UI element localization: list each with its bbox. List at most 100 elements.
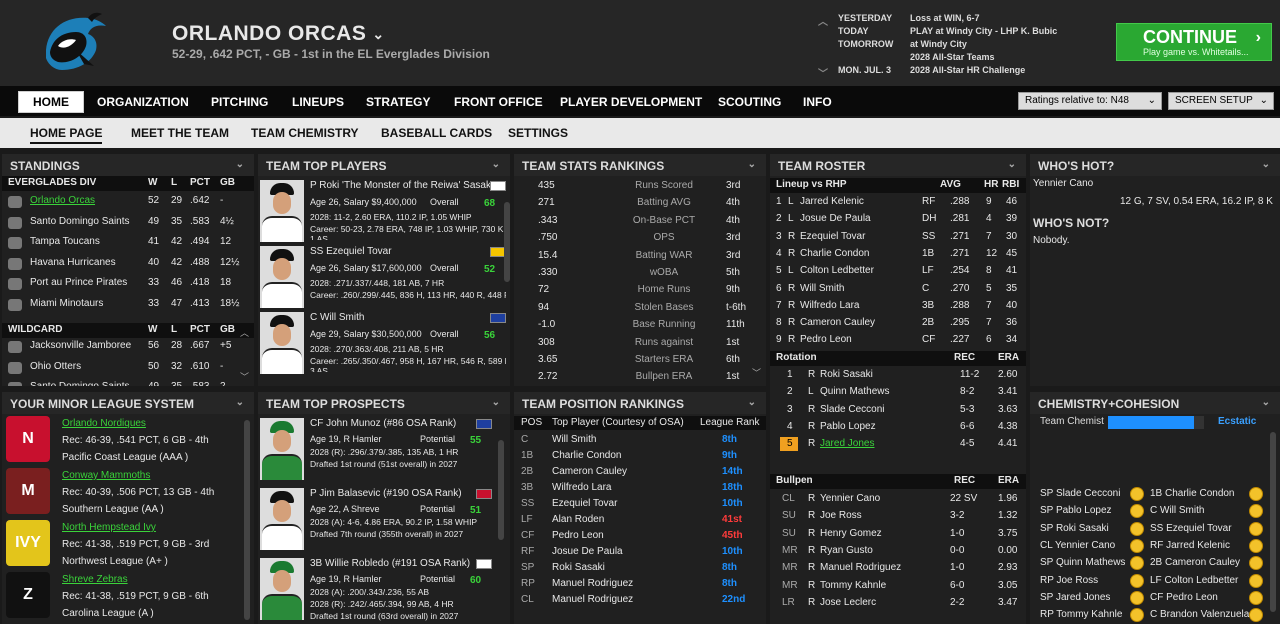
player-name[interactable]: Will Smith xyxy=(800,283,844,294)
player-name-link[interactable]: P Roki 'The Monster of the Reiwa' Sasaki xyxy=(310,180,490,191)
pitcher-name[interactable]: Quinn Mathews xyxy=(820,386,889,397)
continue-button[interactable]: CONTINUE Play game vs. Whitetails... › xyxy=(1116,23,1272,61)
team-name-link[interactable]: Ohio Otters xyxy=(30,361,81,372)
chemistry-player-right[interactable]: RF Jarred Kelenic xyxy=(1150,540,1230,551)
standings-row[interactable]: Tampa Toucans 41 42 .494 12 xyxy=(2,234,248,252)
player-name[interactable]: Wilfredo Lara xyxy=(800,300,859,311)
position-player-name[interactable]: Roki Sasaki xyxy=(552,562,605,573)
chemistry-player-right[interactable]: C Brandon Valenzuela xyxy=(1150,609,1249,620)
bullpen-row[interactable]: MR R Ryan Gusto 0-0 0.00 xyxy=(770,544,1020,560)
position-rank-row[interactable]: 1B Charlie Condon 9th xyxy=(514,449,760,464)
chevron-down-icon[interactable]: ⌄ xyxy=(492,397,500,408)
chevron-down-icon[interactable]: ⌄ xyxy=(236,159,244,170)
position-player-name[interactable]: Josue De Paula xyxy=(552,546,623,557)
standings-row[interactable]: Port au Prince Pirates 33 46 .418 18 xyxy=(2,275,248,293)
chemistry-player-left[interactable]: SP Pablo Lopez xyxy=(1040,505,1112,516)
subnav-item-team-chemistry[interactable]: TEAM CHEMISTRY xyxy=(251,126,359,140)
minor-team-link[interactable]: North Hempstead Ivy xyxy=(62,522,156,533)
minor-team-link[interactable]: Orlando Nordiques xyxy=(62,418,146,429)
chemistry-player-right[interactable]: C Will Smith xyxy=(1150,505,1204,516)
chevron-down-icon[interactable]: ⌄ xyxy=(236,397,244,408)
chemistry-player-left[interactable]: RP Tommy Kahnle xyxy=(1040,609,1122,620)
subnav-item-settings[interactable]: SETTINGS xyxy=(508,126,568,140)
player-name[interactable]: Cameron Cauley xyxy=(800,317,875,328)
standings-row[interactable]: Havana Hurricanes 40 42 .488 12½ xyxy=(2,255,248,273)
nav-item-pitching[interactable]: PITCHING xyxy=(211,95,268,109)
chemistry-player-left[interactable]: SP Jared Jones xyxy=(1040,592,1110,603)
chevron-down-icon[interactable]: ﹀ xyxy=(818,65,828,80)
pitcher-name[interactable]: Ryan Gusto xyxy=(820,545,873,556)
chevron-down-icon[interactable]: ﹀ xyxy=(240,370,249,383)
lineup-row[interactable]: 5 L Colton Ledbetter LF .254 8 41 xyxy=(770,264,1020,280)
team-name-link[interactable]: Jacksonville Jamboree xyxy=(30,340,131,351)
pitcher-name[interactable]: Joe Ross xyxy=(820,510,862,521)
bullpen-row[interactable]: MR R Tommy Kahnle 6-0 3.05 xyxy=(770,579,1020,595)
pitcher-name[interactable]: Yennier Cano xyxy=(820,493,880,504)
bullpen-row[interactable]: MR R Manuel Rodriguez 1-0 2.93 xyxy=(770,561,1020,577)
lineup-row[interactable]: 8 R Cameron Cauley 2B .295 7 36 xyxy=(770,316,1020,332)
position-player-name[interactable]: Ezequiel Tovar xyxy=(552,498,617,509)
team-name-link[interactable]: Santo Domingo Saints xyxy=(30,381,130,386)
position-rank-row[interactable]: C Will Smith 8th xyxy=(514,433,760,448)
position-player-name[interactable]: Charlie Condon xyxy=(552,450,622,461)
minor-team-link[interactable]: Conway Mammoths xyxy=(62,470,150,481)
subnav-item-baseball-cards[interactable]: BASEBALL CARDS xyxy=(381,126,492,140)
position-player-name[interactable]: Cameron Cauley xyxy=(552,466,627,477)
chevron-down-icon[interactable]: ⌄ xyxy=(1262,159,1270,170)
rotation-row[interactable]: 4 R Pablo Lopez 6-6 4.38 xyxy=(770,420,1020,436)
position-rank-row[interactable]: CL Manuel Rodriguez 22nd xyxy=(514,593,760,608)
player-name[interactable]: Jarred Kelenic xyxy=(800,196,864,207)
standings-row[interactable]: Jacksonville Jamboree 56 28 .667 +5 xyxy=(2,338,248,356)
chemistry-player-left[interactable]: SP Slade Cecconi xyxy=(1040,488,1120,499)
chemistry-scrollbar[interactable] xyxy=(1270,432,1276,612)
bullpen-row[interactable]: SU R Henry Gomez 1-0 3.75 xyxy=(770,527,1020,543)
bullpen-row[interactable]: LR R Jose Leclerc 2-2 3.47 xyxy=(770,596,1020,612)
pitcher-name[interactable]: Manuel Rodriguez xyxy=(820,562,901,573)
prospect-name-link[interactable]: 3B Willie Robledo (#191 OSA Rank) xyxy=(310,558,470,569)
nav-item-player-development[interactable]: PLAYER DEVELOPMENT xyxy=(560,95,702,109)
position-player-name[interactable]: Manuel Rodriguez xyxy=(552,578,633,589)
schedule-text[interactable]: Loss at WIN, 6-7 xyxy=(910,13,980,23)
lineup-row[interactable]: 6 R Will Smith C .270 5 35 xyxy=(770,282,1020,298)
schedule-text[interactable]: 2028 All-Star HR Challenge xyxy=(910,65,1025,75)
chevron-down-icon[interactable]: ⌄ xyxy=(1008,159,1016,170)
pitcher-name[interactable]: Henry Gomez xyxy=(820,528,882,539)
player-name[interactable]: Colton Ledbetter xyxy=(800,265,874,276)
position-player-name[interactable]: Pedro Leon xyxy=(552,530,604,541)
team-name-link[interactable]: Orlando Orcas xyxy=(30,195,95,206)
chemistry-player-left[interactable]: SP Quinn Mathews xyxy=(1040,557,1125,568)
nav-item-home[interactable]: HOME xyxy=(18,91,84,113)
pitcher-name[interactable]: Jared Jones xyxy=(820,438,874,449)
player-photo[interactable] xyxy=(260,246,304,308)
player-name[interactable]: Charlie Condon xyxy=(800,248,870,259)
lineup-row[interactable]: 4 R Charlie Condon 1B .271 12 45 xyxy=(770,247,1020,263)
player-photo[interactable] xyxy=(260,180,304,242)
team-name-link[interactable]: Santo Domingo Saints xyxy=(30,216,130,227)
chemistry-player-left[interactable]: SP Roki Sasaki xyxy=(1040,523,1109,534)
hot-player-name[interactable]: Yennier Cano xyxy=(1033,178,1093,189)
team-name-link[interactable]: Tampa Toucans xyxy=(30,236,100,247)
position-player-name[interactable]: Will Smith xyxy=(552,434,596,445)
position-rank-row[interactable]: 2B Cameron Cauley 14th xyxy=(514,465,760,480)
pitcher-name[interactable]: Roki Sasaki xyxy=(820,369,873,380)
chemistry-player-right[interactable]: CF Pedro Leon xyxy=(1150,592,1218,603)
position-rank-row[interactable]: LF Alan Roden 41st xyxy=(514,513,760,528)
chevron-down-icon[interactable]: ⌄ xyxy=(1262,397,1270,408)
position-player-name[interactable]: Manuel Rodriguez xyxy=(552,594,633,605)
position-player-name[interactable]: Alan Roden xyxy=(552,514,604,525)
player-name[interactable]: Pedro Leon xyxy=(800,334,852,345)
pitcher-name[interactable]: Pablo Lopez xyxy=(820,421,876,432)
team-name-link[interactable]: Havana Hurricanes xyxy=(30,257,116,268)
minor-team-link[interactable]: Shreve Zebras xyxy=(62,574,128,585)
pitcher-name[interactable]: Jose Leclerc xyxy=(820,597,876,608)
chevron-down-icon[interactable]: ⌄ xyxy=(492,159,500,170)
chevron-down-icon[interactable]: ⌄ xyxy=(372,26,384,42)
lineup-row[interactable]: 2 L Josue De Paula DH .281 4 39 xyxy=(770,212,1020,228)
bullpen-row[interactable]: SU R Joe Ross 3-2 1.32 xyxy=(770,509,1020,525)
rotation-row[interactable]: 3 R Slade Cecconi 5-3 3.63 xyxy=(770,403,1020,419)
player-name[interactable]: Josue De Paula xyxy=(800,213,871,224)
standings-row[interactable]: Orlando Orcas 52 29 .642- xyxy=(2,193,248,211)
screen-setup-dropdown[interactable]: SCREEN SETUP ⌄ xyxy=(1168,92,1274,110)
team-name-link[interactable]: Miami Minotaurs xyxy=(30,298,103,309)
chevron-down-icon[interactable]: ﹀ xyxy=(752,366,761,379)
